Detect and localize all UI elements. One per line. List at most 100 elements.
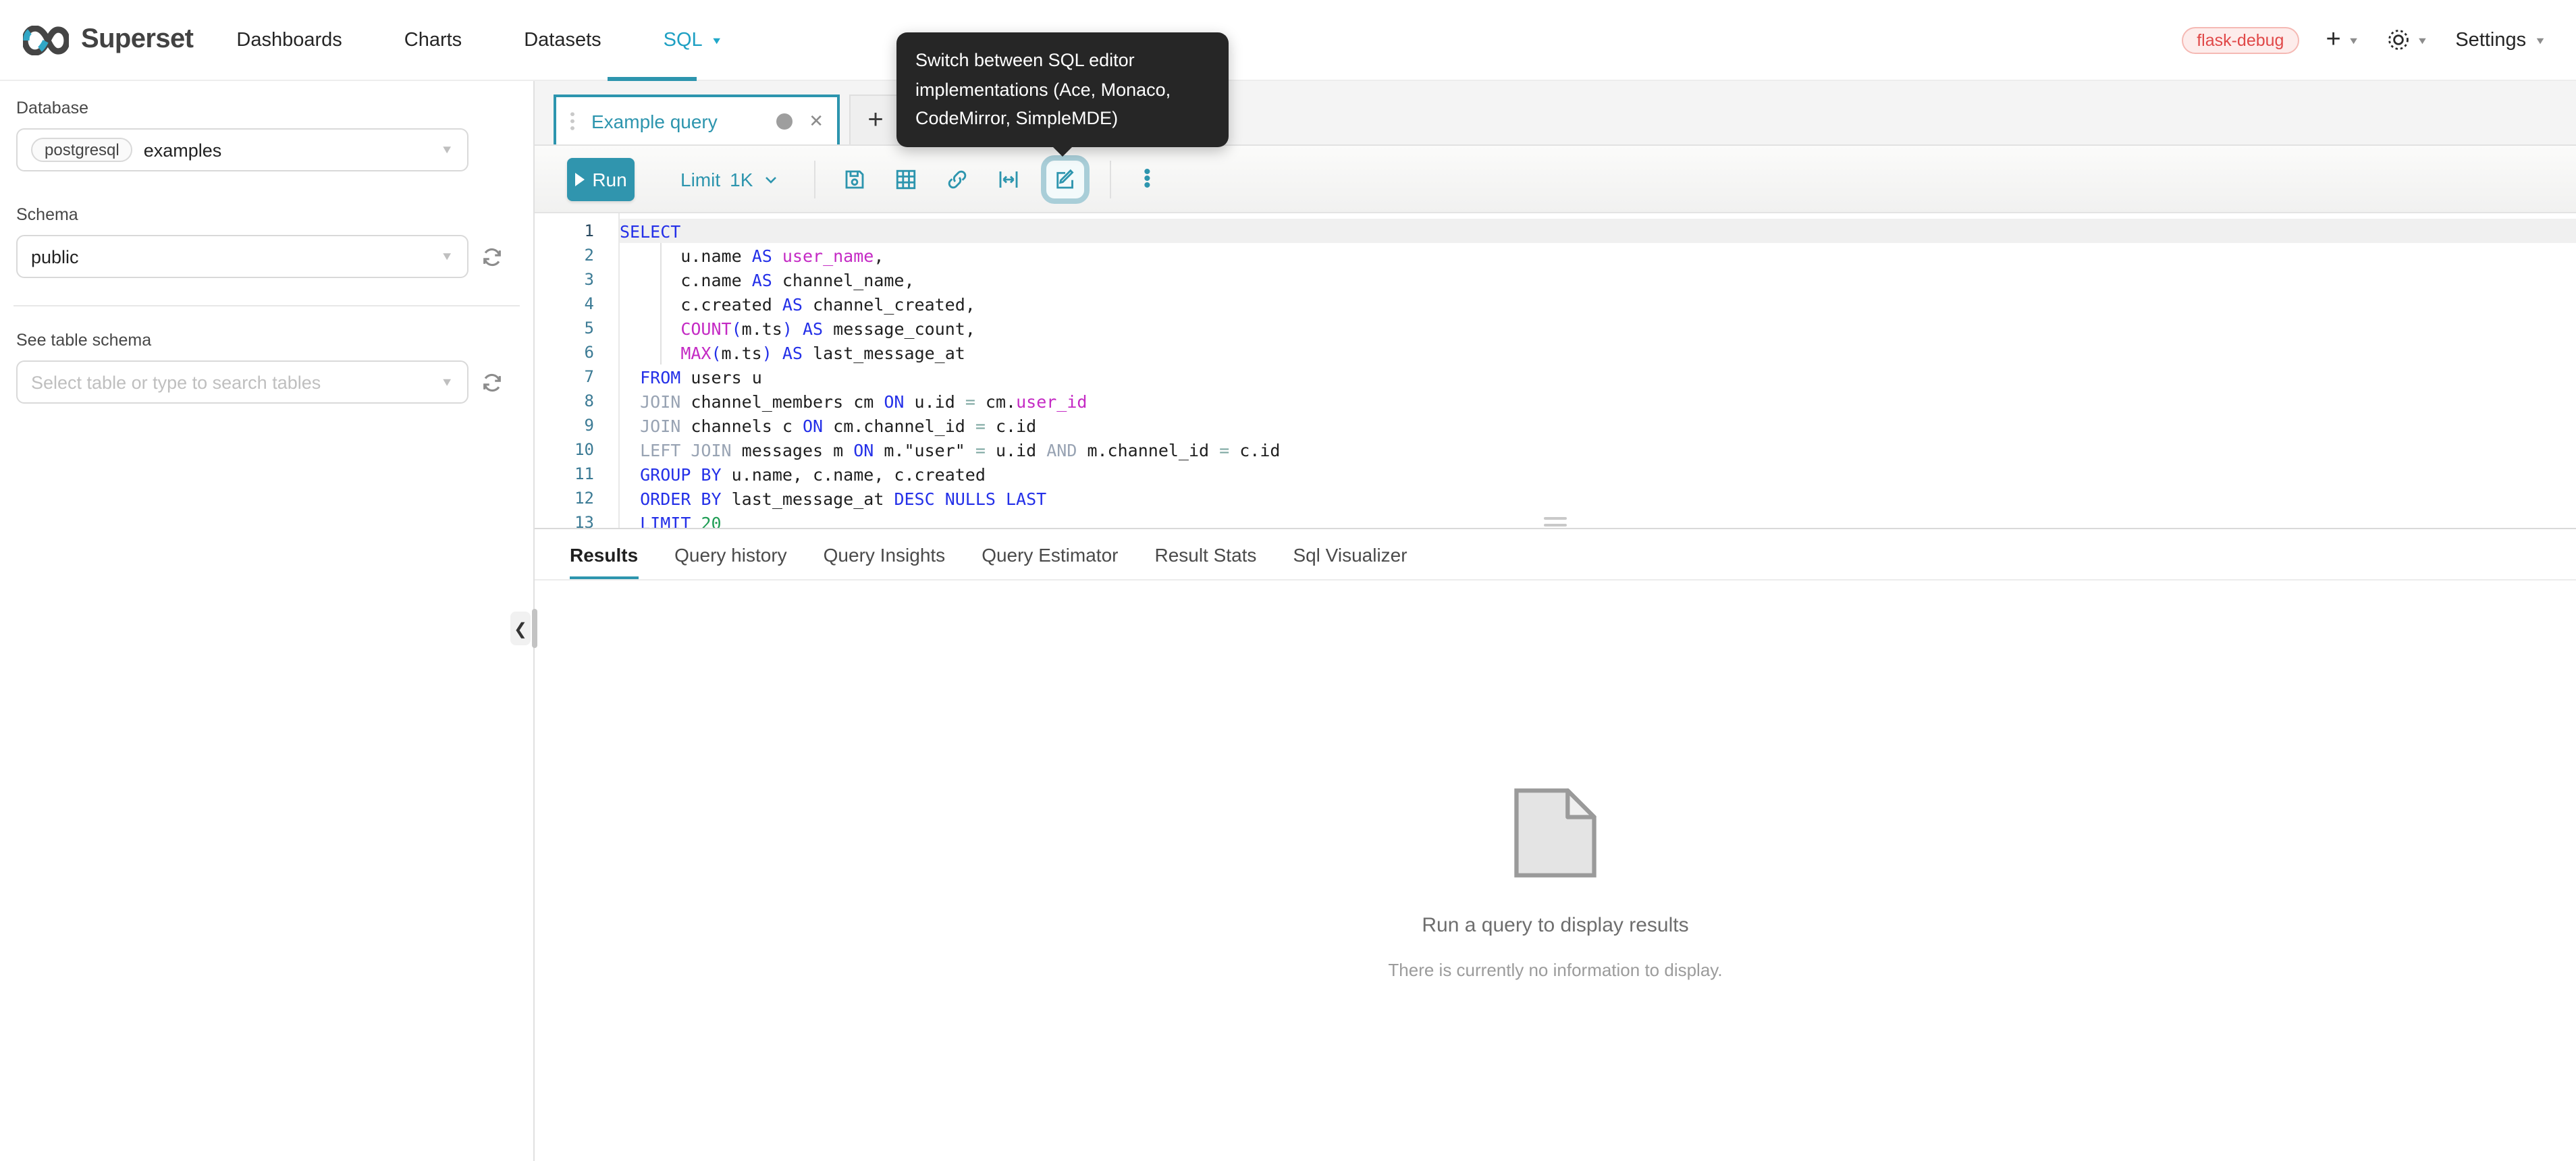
code-line[interactable]: 11 GROUP BY u.name, c.name, c.created [535,462,2576,486]
refresh-schemas-icon[interactable] [481,245,504,268]
line-number: 2 [535,246,594,265]
row-limit-dropdown[interactable]: Limit 1K [680,168,778,190]
results-tab-result-stats[interactable]: Result Stats [1154,544,1256,579]
render-table-button[interactable] [880,155,931,203]
tooltip-arrow [1052,146,1073,157]
editor-switch-icon [1052,167,1077,191]
nav-item-charts[interactable]: Charts [404,29,462,51]
line-number: 4 [535,294,594,313]
code-line[interactable]: 7 FROM users u [535,364,2576,389]
superset-infinity-icon [23,25,69,55]
chevron-down-icon: ▼ [440,144,454,157]
results-tab-query-estimator[interactable]: Query Estimator [982,544,1118,579]
copy-link-button[interactable] [931,155,982,203]
nav-item-sql[interactable]: SQL ▼ [664,29,723,51]
plus-icon: + [2326,25,2340,55]
results-panel: Results Query history Query Insights Query … [535,528,2576,1161]
code-text: ORDER BY last_message_at DESC NULLS LAST [620,488,1046,508]
sql-editor-lines: 1SELECT2 u.name AS user_name,3 c.name AS… [535,219,2576,528]
code-text: c.created AS channel_created, [620,294,975,314]
code-line[interactable]: 6 MAX(m.ts) AS last_message_at [535,340,2576,364]
line-number: 3 [535,270,594,289]
nav-item-datasets[interactable]: Datasets [524,29,601,51]
code-line[interactable]: 9 JOIN channels c ON cm.channel_id = c.i… [535,413,2576,437]
save-query-button[interactable] [828,155,880,203]
results-tab-results[interactable]: Results [570,544,638,579]
run-query-button[interactable]: Run [567,157,635,200]
estimate-width-icon [996,167,1020,191]
code-text: JOIN channel_members cm ON u.id = cm.use… [620,391,1087,411]
code-text: JOIN channels c ON cm.channel_id = c.id [620,415,1036,435]
line-number: 6 [535,343,594,362]
results-tab-query-insights[interactable]: Query Insights [824,544,946,579]
more-options-button[interactable]: ••• [1121,155,1173,203]
code-line[interactable]: 8 JOIN channel_members cm ON u.id = cm.u… [535,389,2576,413]
toolbar-icons: ••• [828,155,1173,203]
superset-logo[interactable]: Superset [23,24,193,55]
results-tab-query-history[interactable]: Query history [674,544,787,579]
save-icon [842,167,866,191]
results-tab-sql-visualizer[interactable]: Sql Visualizer [1293,544,1407,579]
line-number: 13 [535,513,594,528]
drag-handle-icon[interactable] [570,110,575,132]
tooltip-text: Switch between SQL editor implementation… [915,50,1171,128]
database-select[interactable]: postgresql examples ▼ [16,128,468,171]
code-line[interactable]: 10 LEFT JOIN messages m ON m."user" = u.… [535,437,2576,462]
code-line[interactable]: 4 c.created AS channel_created, [535,292,2576,316]
results-tabs: Results Query history Query Insights Query … [535,529,2576,580]
new-item-dropdown[interactable]: + ▼ [2326,25,2359,55]
estimate-cost-button[interactable] [982,155,1034,203]
editor-resize-handle[interactable] [1544,513,1567,526]
schema-label: Schema [16,205,517,224]
toolbar-divider [1109,160,1110,198]
line-number: 5 [535,319,594,338]
schema-value: public [31,246,79,267]
code-line[interactable]: 1SELECT [535,219,2576,243]
settings-menu[interactable]: Settings ▼ [2455,29,2546,51]
schema-select[interactable]: public ▼ [16,235,468,278]
line-number: 1 [535,221,594,240]
toolbar-divider [813,160,815,198]
line-number: 9 [535,416,594,435]
table-schema-label: See table schema [16,331,517,350]
sql-code-editor[interactable]: 1SELECT2 u.name AS user_name,3 c.name AS… [535,213,2576,528]
code-line[interactable]: 2 u.name AS user_name, [535,243,2576,267]
empty-state-subtitle: There is currently no information to dis… [1388,960,1722,980]
table-select[interactable]: Select table or type to search tables ▼ [16,360,468,404]
sidebar-divider [14,305,520,306]
line-number: 10 [535,440,594,459]
table-select-placeholder: Select table or type to search tables [31,372,321,392]
pane-divider-thumb[interactable] [532,609,537,648]
code-line[interactable]: 3 c.name AS channel_name, [535,267,2576,292]
chevron-down-icon: ▼ [440,250,454,263]
play-icon [574,172,584,186]
theme-dropdown[interactable]: ▼ [2387,28,2429,51]
navbar: Superset DashboardsChartsDatasetsSQL▼ fl… [0,0,2576,81]
code-line[interactable]: 12 ORDER BY last_message_at DESC NULLS L… [535,486,2576,510]
switch-editor-button[interactable] [1040,155,1089,203]
kebab-menu-icon: ••• [1144,169,1151,189]
refresh-tables-icon[interactable] [481,371,504,394]
code-line[interactable]: 5 COUNT(m.ts) AS message_count, [535,316,2576,340]
empty-state-title: Run a query to display results [1422,914,1688,937]
close-tab-icon[interactable]: ✕ [809,110,824,132]
nav-item-label: Dashboards [236,29,342,51]
database-label: Database [16,99,517,117]
collapse-sidebar-button[interactable]: ❮ [510,612,531,645]
query-tab[interactable]: Example query ✕ [554,94,840,144]
settings-label: Settings [2455,29,2526,51]
chevron-down-icon: ▼ [440,376,454,389]
nav-item-label: SQL [664,29,703,51]
new-tab-button[interactable]: + [849,94,902,144]
line-number: 12 [535,489,594,508]
line-number: 11 [535,464,594,483]
chevron-down-icon: ▼ [711,34,723,45]
nav-item-label: Datasets [524,29,601,51]
table-icon [893,167,917,191]
document-icon [1512,787,1599,879]
nav-item-dashboards[interactable]: Dashboards [236,29,342,51]
editor-tabstrip: Example query ✕ + [535,81,2576,146]
code-text: LEFT JOIN messages m ON m."user" = u.id … [620,439,1280,460]
chevron-down-icon: ▼ [2417,34,2429,45]
database-engine-tag: postgresql [31,138,133,162]
